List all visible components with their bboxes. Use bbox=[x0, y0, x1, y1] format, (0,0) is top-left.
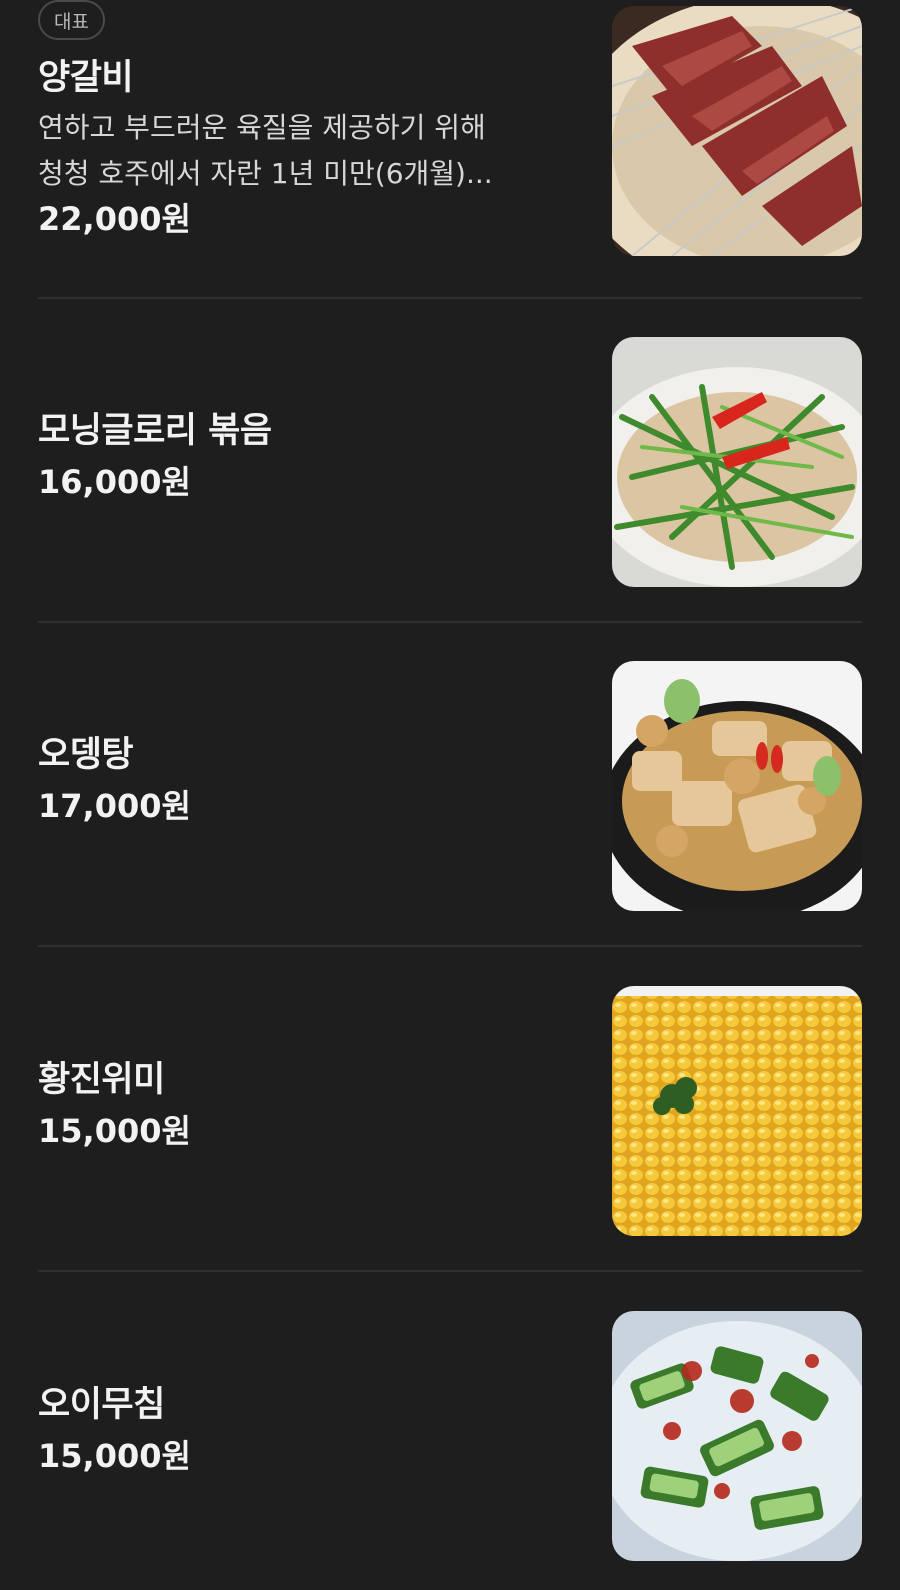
menu-item-price: 15,000원 bbox=[38, 1437, 191, 1475]
menu-item-name: 오뎅탕 bbox=[38, 735, 134, 775]
menu-list: 대표 양갈비 연하고 부드러운 육질을 제공하기 위해 청청 호주에서 자란 1… bbox=[0, 0, 900, 1590]
menu-item-text: 오이무침 15,000원 bbox=[38, 1383, 578, 1477]
menu-item-corn-dish[interactable]: 황진위미 15,000원 bbox=[38, 986, 862, 1236]
menu-item-cucumber-salad[interactable]: 오이무침 15,000원 bbox=[38, 1311, 862, 1561]
menu-item-text: 양갈비 연하고 부드러운 육질을 제공하기 위해 청청 호주에서 자란 1년 미… bbox=[38, 56, 578, 240]
divider bbox=[38, 297, 862, 299]
menu-item-photo bbox=[612, 986, 862, 1236]
cucumber-salad-image bbox=[612, 1311, 862, 1561]
menu-item-fish-cake-soup[interactable]: 오뎅탕 17,000원 bbox=[38, 661, 862, 911]
menu-item-text: 모닝글로리 볶음 16,000원 bbox=[38, 409, 578, 503]
divider bbox=[38, 621, 862, 623]
menu-item-price: 22,000원 bbox=[38, 200, 191, 238]
menu-item-description-line2: 청청 호주에서 자란 1년 미만(6개월)... bbox=[38, 157, 493, 190]
menu-item-price: 16,000원 bbox=[38, 463, 191, 501]
menu-item-name: 황진위미 bbox=[38, 1060, 165, 1100]
menu-item-text: 황진위미 15,000원 bbox=[38, 1058, 578, 1152]
menu-item-lamb-ribs[interactable]: 대표 양갈비 연하고 부드러운 육질을 제공하기 위해 청청 호주에서 자란 1… bbox=[38, 0, 862, 256]
menu-item-description-line1: 연하고 부드러운 육질을 제공하기 위해 bbox=[38, 111, 486, 144]
menu-item-photo bbox=[612, 1311, 862, 1561]
menu-item-morning-glory[interactable]: 모닝글로리 볶음 16,000원 bbox=[38, 337, 862, 587]
lamb-skewers-image bbox=[612, 6, 862, 256]
signature-badge: 대표 bbox=[38, 0, 105, 40]
menu-item-price: 15,000원 bbox=[38, 1112, 191, 1150]
menu-item-photo bbox=[612, 6, 862, 256]
corn-dish-image bbox=[612, 986, 862, 1236]
menu-item-text: 오뎅탕 17,000원 bbox=[38, 733, 578, 827]
menu-item-name: 오이무침 bbox=[38, 1385, 165, 1425]
fish-cake-soup-image bbox=[612, 661, 862, 911]
morning-glory-image bbox=[612, 337, 862, 587]
menu-item-photo bbox=[612, 661, 862, 911]
menu-item-price: 17,000원 bbox=[38, 787, 191, 825]
menu-item-name: 모닝글로리 볶음 bbox=[38, 411, 272, 451]
menu-item-photo bbox=[612, 337, 862, 587]
divider bbox=[38, 1270, 862, 1272]
divider bbox=[38, 945, 862, 947]
menu-item-name: 양갈비 bbox=[38, 58, 134, 98]
